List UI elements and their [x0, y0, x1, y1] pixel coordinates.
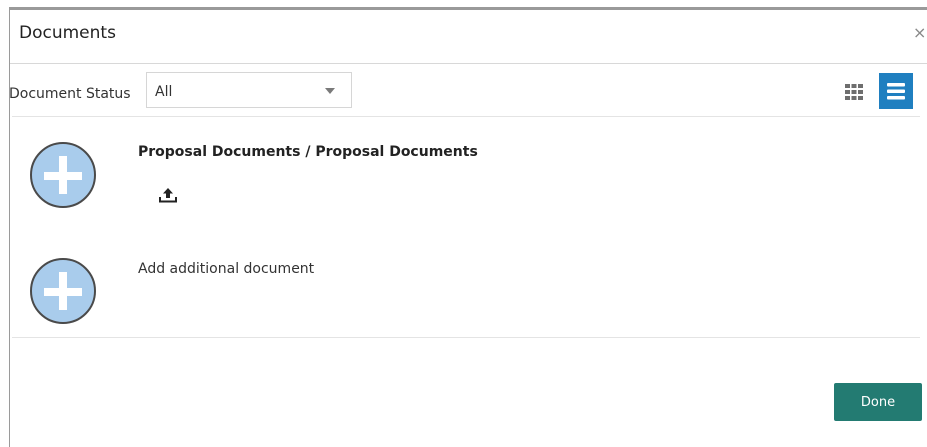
close-icon[interactable]: ×	[913, 23, 926, 42]
document-status-select[interactable]: All	[146, 72, 352, 108]
divider	[12, 116, 920, 117]
upload-icon[interactable]	[158, 186, 178, 204]
document-status-label: Document Status	[9, 86, 131, 102]
grid-view-icon[interactable]	[845, 84, 863, 100]
add-circle-icon[interactable]	[30, 258, 96, 324]
divider	[12, 337, 920, 338]
filter-toolbar: Document Status All	[0, 69, 927, 109]
document-title: Proposal Documents / Proposal Documents	[138, 144, 478, 160]
chevron-down-icon	[325, 88, 335, 94]
add-circle-icon[interactable]	[30, 142, 96, 208]
done-button[interactable]: Done	[834, 383, 922, 421]
list-view-icon[interactable]	[879, 73, 913, 109]
add-additional-document-label: Add additional document	[138, 261, 315, 277]
dialog-header: Documents ×	[10, 10, 927, 64]
document-status-value: All	[155, 84, 173, 100]
dialog-title: Documents	[19, 23, 116, 43]
